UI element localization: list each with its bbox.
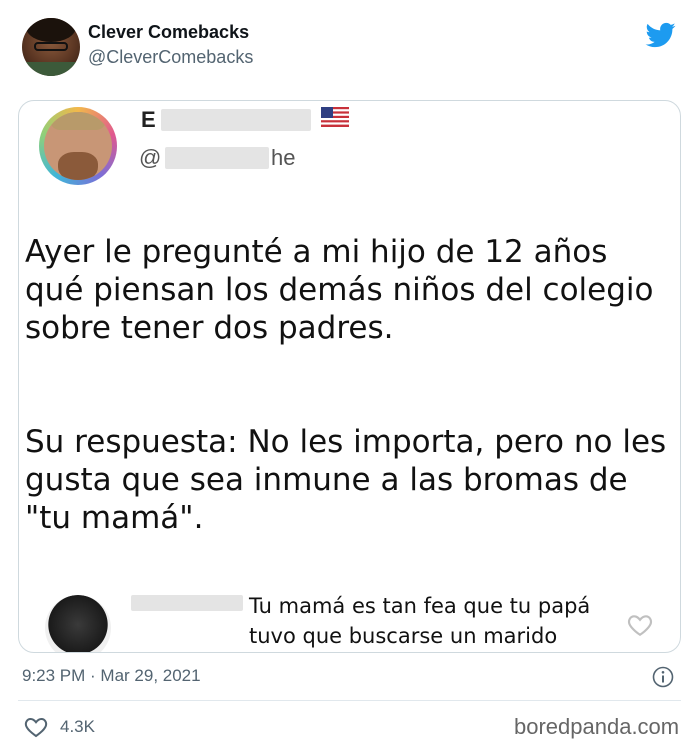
embedded-author-handle-start: @ [139,145,162,170]
heart-icon [627,615,653,637]
tweet-page: Clever Comebacks @CleverComebacks E @ he… [0,0,700,756]
author-avatar[interactable] [22,18,80,76]
author-name[interactable]: Clever Comebacks [88,22,249,43]
twitter-bird-icon[interactable] [644,20,678,50]
embedded-author-handle-end: he [271,145,296,170]
author-handle[interactable]: @CleverComebacks [88,47,253,68]
like-count[interactable]: 4.3K [60,717,95,737]
reply-avatar [45,595,111,652]
redacted-handle [165,147,269,169]
tweet-timestamp[interactable]: 9:23 PM · Mar 29, 2021 [22,666,201,686]
reply-text: Tu mamá es tan fea que tu papá tuvo que … [249,594,591,648]
tweet-paragraph: Ayer le pregunté a mi hijo de 12 años qu… [25,234,654,346]
tweet-paragraph: Su respuesta: No les importa, pero no le… [25,424,667,536]
embedded-tweet-screenshot[interactable]: E @ he Ayer le pregunté a mi hijo de 12 … [18,100,681,653]
redacted-reply-name [131,595,243,611]
divider [18,700,681,701]
redacted-name [161,109,311,131]
embedded-tweet-text: Ayer le pregunté a mi hijo de 12 años qu… [25,195,675,575]
watermark: boredpanda.com [514,714,680,739]
embedded-author-name: E [141,107,156,132]
info-icon[interactable] [652,666,674,688]
us-flag-icon [321,107,349,127]
embedded-author-avatar [39,107,117,185]
heart-icon[interactable] [24,716,48,738]
